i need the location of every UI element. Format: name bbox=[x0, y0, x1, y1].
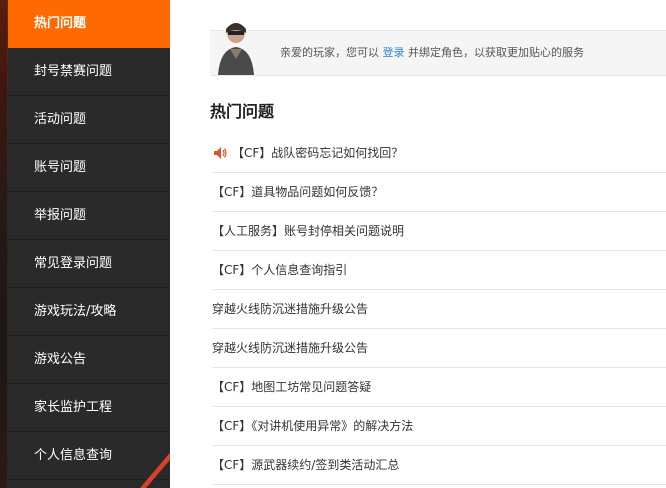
sidebar-item-hot[interactable]: 热门问题 bbox=[8, 0, 170, 48]
sidebar-item-report[interactable]: 举报问题 bbox=[8, 192, 170, 240]
list-item[interactable]: 【CF】战队密码忘记如何找回？ bbox=[212, 134, 666, 173]
background-strip bbox=[0, 0, 8, 488]
character-avatar bbox=[218, 23, 254, 75]
list-item-text: 【人工服务】账号封停相关问题说明 bbox=[212, 224, 405, 238]
list-item[interactable]: 穿越火线防沉迷措施升级公告 bbox=[212, 329, 666, 368]
list-item[interactable]: 【人工服务】账号封停相关问题说明 bbox=[212, 212, 666, 251]
main-content: 亲爱的玩家，您可以 登录 并绑定角色，以获取更加贴心的服务 热门问题 【CF】战… bbox=[170, 0, 666, 488]
list-item-text: 穿越火线防沉迷措施升级公告 bbox=[212, 341, 369, 355]
sidebar-item-gameplay[interactable]: 游戏玩法/攻略 bbox=[8, 288, 170, 336]
sidebar-item-login[interactable]: 常见登录问题 bbox=[8, 240, 170, 288]
list-item[interactable]: 【CF】道具物品问题如何反馈？ bbox=[212, 173, 666, 212]
sidebar-item-account[interactable]: 账号问题 bbox=[8, 144, 170, 192]
sidebar-item-parental[interactable]: 家长监护工程 bbox=[8, 384, 170, 432]
list-item-text: 穿越火线防沉迷措施升级公告 bbox=[212, 302, 369, 316]
sidebar-item-ban[interactable]: 封号禁赛问题 bbox=[8, 48, 170, 96]
hot-question-list: 【CF】战队密码忘记如何找回？ 【CF】道具物品问题如何反馈？ 【人工服务】账号… bbox=[212, 134, 666, 485]
list-item[interactable]: 【CF】《对讲机使用异常》的解决方法 bbox=[212, 407, 666, 446]
notice-suffix: 并绑定角色，以获取更加贴心的服务 bbox=[408, 46, 584, 59]
notice-text: 亲爱的玩家，您可以 登录 并绑定角色，以获取更加贴心的服务 bbox=[280, 31, 584, 75]
list-item[interactable]: 【CF】地图工坊常见问题答疑 bbox=[212, 368, 666, 407]
page-title: 热门问题 bbox=[210, 102, 275, 121]
list-item-text: 【CF】源武器续约/签到类活动汇总 bbox=[212, 458, 400, 472]
sidebar-nav: 热门问题 封号禁赛问题 活动问题 账号问题 举报问题 常见登录问题 游戏玩法/攻… bbox=[8, 0, 170, 488]
list-item-text: 【CF】战队密码忘记如何找回？ bbox=[232, 146, 404, 160]
list-item-text: 【CF】个人信息查询指引 bbox=[212, 263, 348, 277]
speaker-icon bbox=[214, 147, 227, 159]
sidebar-item-announcement[interactable]: 游戏公告 bbox=[8, 336, 170, 384]
login-link[interactable]: 登录 bbox=[383, 46, 405, 59]
list-item-text: 【CF】地图工坊常见问题答疑 bbox=[212, 380, 372, 394]
list-item-text: 【CF】《对讲机使用异常》的解决方法 bbox=[212, 419, 414, 433]
list-item[interactable]: 【CF】源武器续约/签到类活动汇总 bbox=[212, 446, 666, 485]
notice-prefix: 亲爱的玩家，您可以 bbox=[280, 46, 379, 59]
sidebar-item-activity[interactable]: 活动问题 bbox=[8, 96, 170, 144]
list-item-text: 【CF】道具物品问题如何反馈？ bbox=[212, 185, 384, 199]
list-item[interactable]: 【CF】个人信息查询指引 bbox=[212, 251, 666, 290]
list-item[interactable]: 穿越火线防沉迷措施升级公告 bbox=[212, 290, 666, 329]
login-notice: 亲爱的玩家，您可以 登录 并绑定角色，以获取更加贴心的服务 bbox=[210, 23, 666, 76]
